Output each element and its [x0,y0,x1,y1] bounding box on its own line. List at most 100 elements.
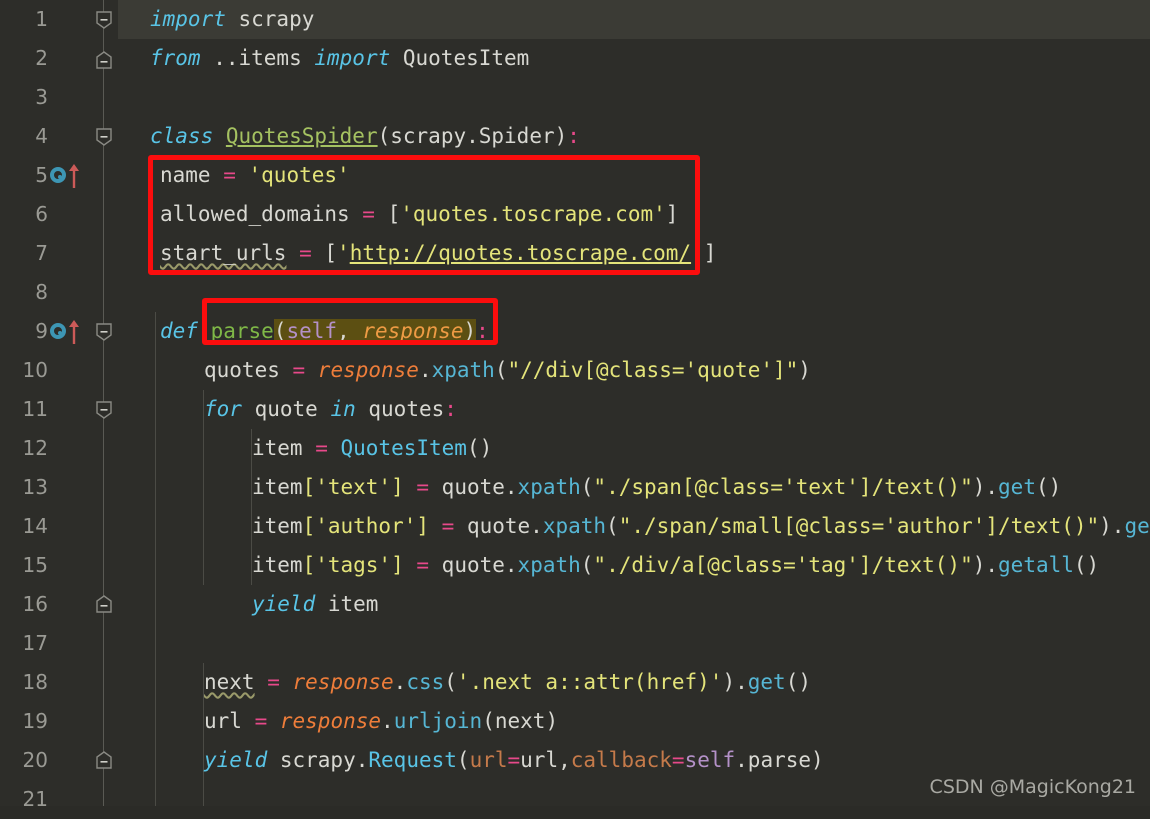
up-arrow-icon[interactable] [68,320,80,344]
call-parens: () [1035,475,1062,499]
keyword-for: for [204,397,242,421]
keyword-yield: yield [204,748,268,772]
string-literal: 'quotes' [248,163,350,187]
editor-gutter[interactable]: 1 2 3 4 5 6 7 8 9 10 11 12 13 14 15 16 1… [0,0,118,811]
line-number: 5 [35,163,48,187]
value-url: url [520,748,559,772]
object-quote: quote [441,553,505,577]
override-circle-icon[interactable] [50,167,66,183]
paren-open: ( [482,709,495,733]
code-line-4[interactable]: class QuotesSpider(scrapy.Spider): [150,117,580,156]
code-line-2[interactable]: from ..items import QuotesItem [150,39,529,78]
code-line-19[interactable]: url = response.urljoin(next) [204,702,558,741]
code-line-11[interactable]: for quote in quotes: [204,390,457,429]
css-selector-argument: '.next a::attr(href)' [456,670,723,694]
bracket-open: [ [387,202,401,226]
self-parameter: self [286,319,338,343]
paren-open: ( [606,514,619,538]
function-name: parse [210,319,274,343]
dict-key: ['tags'] [302,553,404,577]
override-circle-icon[interactable] [50,323,66,339]
kwarg-url: url [469,748,508,772]
equals: = [671,748,685,772]
paren-close: ) [798,358,811,382]
assign-operator: = [302,436,341,460]
dot: . [381,709,394,733]
method-xpath: xpath [517,475,581,499]
line-number: 11 [22,397,48,421]
code-line-6[interactable]: allowed_domains = ['quotes.toscrape.com'… [160,195,678,234]
method-xpath: xpath [542,514,607,538]
method-css: css [406,670,445,694]
code-line-20[interactable]: yield scrapy.Request(url=url,callback=se… [204,741,824,780]
code-content[interactable]: import scrapy from ..items import Quotes… [118,0,1150,806]
yielded-value: item [315,592,379,616]
assign-operator: = [254,670,293,694]
fold-minus-icon-line-11[interactable] [94,400,114,419]
keyword-from: from [150,46,201,70]
code-line-15[interactable]: item['tags'] = quote.xpath("./div/a[@cla… [252,546,1099,585]
line-number: 10 [22,358,48,382]
object-response: response [279,709,382,733]
attribute-name: allowed_domains [160,202,350,226]
module-name: scrapy [267,748,356,772]
line-number: 9 [35,319,48,343]
code-line-18[interactable]: next = response.css('.next a::attr(href)… [204,663,811,702]
paren-open: ( [580,475,594,499]
colon: : [567,124,580,148]
string-literal: 'quotes.toscrape.com' [400,202,666,226]
comma: , [337,319,363,343]
fold-end-icon-line-16[interactable] [94,594,114,613]
line-number: 12 [22,436,48,460]
variable-name: item [252,475,303,499]
code-line-5[interactable]: name = 'quotes' [160,156,350,195]
assign-operator: = [279,358,318,382]
response-parameter: response [362,319,464,343]
code-line-9[interactable]: def parse(self, response): [160,312,489,351]
assign-operator: = [286,241,325,265]
quote-open: ' [337,241,350,265]
line-number: 8 [35,280,48,304]
assign-operator: = [403,553,442,577]
quote-close: ' [691,241,704,265]
fold-minus-icon-line-1[interactable] [94,10,114,29]
fold-minus-icon-line-4[interactable] [94,127,114,146]
class-request: Request [368,748,457,772]
dot: . [985,475,999,499]
code-line-14[interactable]: item['author'] = quote.xpath("./span/sma… [252,507,1150,546]
fold-minus-icon-line-9[interactable] [94,322,114,341]
argument-next: next [494,709,546,733]
dot: . [985,553,999,577]
fold-end-icon-line-2[interactable] [94,50,114,69]
module-name: scrapy [225,7,315,31]
gutter-marker-line-5[interactable] [48,156,82,195]
paren-open: ( [444,670,457,694]
code-line-7[interactable]: start_urls = ['http://quotes.toscrape.co… [160,234,716,273]
call-parens: () [1073,553,1100,577]
variable-name: item [252,553,303,577]
code-line-10[interactable]: quotes = response.xpath("//div[@class='q… [204,351,811,390]
line-number: 21 [22,787,48,811]
method-xpath: xpath [517,553,581,577]
code-editor[interactable]: 1 2 3 4 5 6 7 8 9 10 11 12 13 14 15 16 1… [0,0,1150,811]
fold-end-icon-line-20[interactable] [94,750,114,769]
url-literal[interactable]: http://quotes.toscrape.com/ [350,241,691,265]
variable-name: item [252,514,303,538]
line-number: 17 [22,631,48,655]
paren-open: ( [494,358,508,382]
code-line-1[interactable]: import scrapy [150,0,314,39]
object-response: response [317,358,419,382]
keyword-import: import [314,46,391,70]
code-line-13[interactable]: item['text'] = quote.xpath("./span[@clas… [252,468,1061,507]
code-line-16[interactable]: yield item [252,585,378,624]
comma: , [558,748,571,772]
variable-name: url [204,709,242,733]
up-arrow-icon[interactable] [68,164,80,188]
gutter-marker-line-9[interactable] [48,312,82,351]
code-line-12[interactable]: item = QuotesItem() [252,429,492,468]
object-quote: quote [466,514,531,538]
fold-gutter[interactable] [90,0,118,806]
dict-key: ['text'] [302,475,404,499]
colon: : [476,319,489,343]
kwarg-callback: callback [570,748,672,772]
